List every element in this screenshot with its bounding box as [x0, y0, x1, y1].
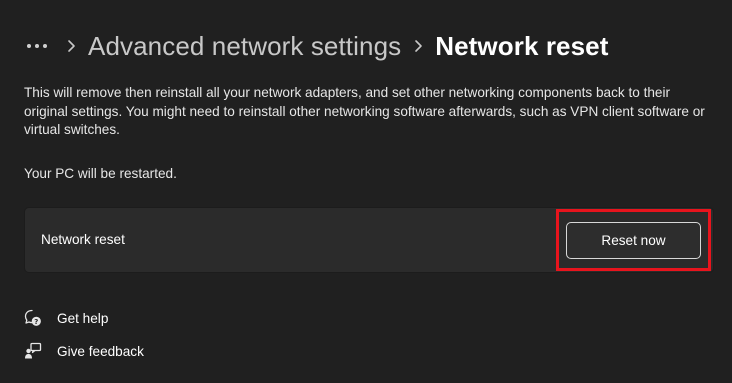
feedback-icon	[24, 342, 42, 360]
chevron-right-icon	[54, 39, 88, 53]
give-feedback-link[interactable]: Give feedback	[24, 342, 144, 360]
network-reset-card: Network reset Reset now	[24, 207, 714, 273]
breadcrumb: Advanced network settings Network reset	[26, 26, 609, 66]
page-title: Network reset	[435, 30, 609, 61]
description-text: This will remove then reinstall all your…	[24, 85, 705, 137]
restart-note: Your PC will be restarted.	[24, 166, 177, 181]
get-help-link[interactable]: ? Get help	[24, 309, 108, 327]
give-feedback-label: Give feedback	[57, 343, 144, 359]
get-help-label: Get help	[57, 310, 109, 326]
settings-page: Advanced network settings Network reset …	[0, 0, 732, 383]
help-chat-icon: ?	[24, 309, 42, 327]
more-horizontal-icon[interactable]	[26, 32, 54, 60]
card-label: Network reset	[41, 232, 125, 247]
breadcrumb-parent-link[interactable]: Advanced network settings	[88, 31, 401, 62]
chevron-right-icon	[401, 39, 435, 53]
svg-text:?: ?	[34, 318, 38, 326]
reset-now-button[interactable]: Reset now	[566, 222, 701, 259]
